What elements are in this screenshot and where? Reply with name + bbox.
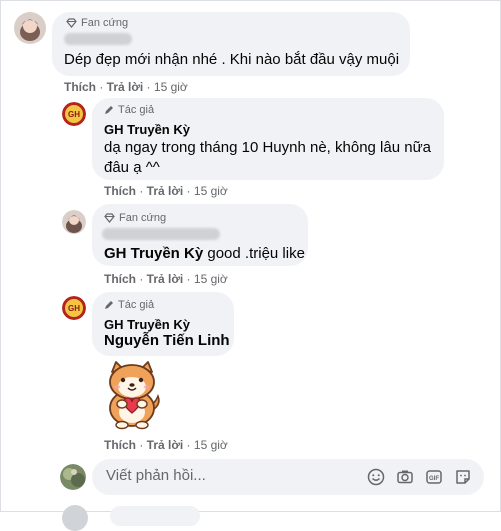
comment-body: good .triệu like	[203, 245, 305, 262]
timestamp[interactable]: 15 giờ	[194, 438, 228, 452]
page-avatar[interactable]: GH	[62, 102, 86, 126]
like-link[interactable]: Thích	[64, 80, 96, 94]
reply-placeholder: Viết phản hồi...	[106, 467, 206, 484]
timestamp[interactable]: 15 giờ	[194, 272, 228, 286]
fan-badge: Fan cứng	[66, 17, 128, 29]
gif-icon[interactable]: GIF	[425, 468, 443, 486]
svg-text:GH: GH	[68, 304, 80, 313]
badge-label: Fan cứng	[81, 17, 129, 29]
fan-badge: Fan cứng	[104, 212, 166, 224]
avatar[interactable]	[14, 12, 46, 44]
like-link[interactable]: Thích	[104, 438, 136, 452]
mention-link[interactable]: Nguyễn Tiến Linh	[104, 331, 230, 351]
emoji-icon[interactable]	[367, 468, 385, 486]
comment-actions: Thích · Trả lời · 15 giờ	[104, 184, 228, 198]
author-name[interactable]: GH Truyền Kỳ	[104, 122, 190, 137]
badge-label: Tác giả	[118, 104, 155, 116]
avatar[interactable]	[62, 210, 86, 234]
like-link[interactable]: Thích	[104, 184, 136, 198]
reply-link[interactable]: Trả lời	[147, 438, 184, 452]
avatar[interactable]	[62, 505, 88, 531]
svg-text:GH: GH	[68, 110, 80, 119]
badge-label: Fan cứng	[119, 212, 167, 224]
reply-input[interactable]: Viết phản hồi... GIF	[92, 459, 484, 495]
timestamp[interactable]: 15 giờ	[194, 184, 228, 198]
author-name[interactable]: GH Truyền Kỳ	[104, 317, 190, 332]
mention-link[interactable]: GH Truyền Kỳ	[104, 245, 203, 262]
reply-link[interactable]: Trả lời	[107, 80, 144, 94]
next-comment-bubble	[110, 506, 200, 526]
comment-actions: Thích · Trả lời · 15 giờ	[64, 80, 188, 94]
reply-link[interactable]: Trả lời	[147, 272, 184, 286]
comment-text-line-1: dạ ngay trong tháng 10 Huynh nè, không l…	[104, 139, 431, 156]
badge-label: Tác giả	[118, 299, 155, 311]
reply-link[interactable]: Trả lời	[147, 184, 184, 198]
blurred-name	[102, 228, 220, 240]
comment-actions: Thích · Trả lời · 15 giờ	[104, 272, 228, 286]
camera-icon[interactable]	[396, 468, 414, 486]
timestamp[interactable]: 15 giờ	[154, 80, 188, 94]
svg-text:GIF: GIF	[429, 476, 439, 482]
comment-text-line-2: đâu ạ ^^	[104, 159, 160, 176]
pencil-icon	[105, 106, 113, 114]
diamond-icon	[66, 18, 77, 28]
comment-actions: Thích · Trả lời · 15 giờ	[104, 438, 228, 452]
shiba-heart-sticker	[100, 360, 166, 430]
comment-text: Dép đẹp mới nhận nhé . Khi nào bắt đầu v…	[64, 51, 400, 68]
diamond-icon	[104, 213, 115, 223]
author-badge: Tác giả	[104, 299, 154, 311]
author-badge: Tác giả	[104, 104, 154, 116]
like-link[interactable]: Thích	[104, 272, 136, 286]
sticker-icon[interactable]	[454, 468, 472, 486]
comment-text: GH Truyền Kỳ good .triệu like	[104, 244, 305, 264]
pencil-icon	[105, 301, 113, 309]
blurred-name	[64, 33, 132, 45]
current-user-avatar[interactable]	[60, 464, 86, 490]
page-avatar[interactable]: GH	[62, 296, 86, 320]
